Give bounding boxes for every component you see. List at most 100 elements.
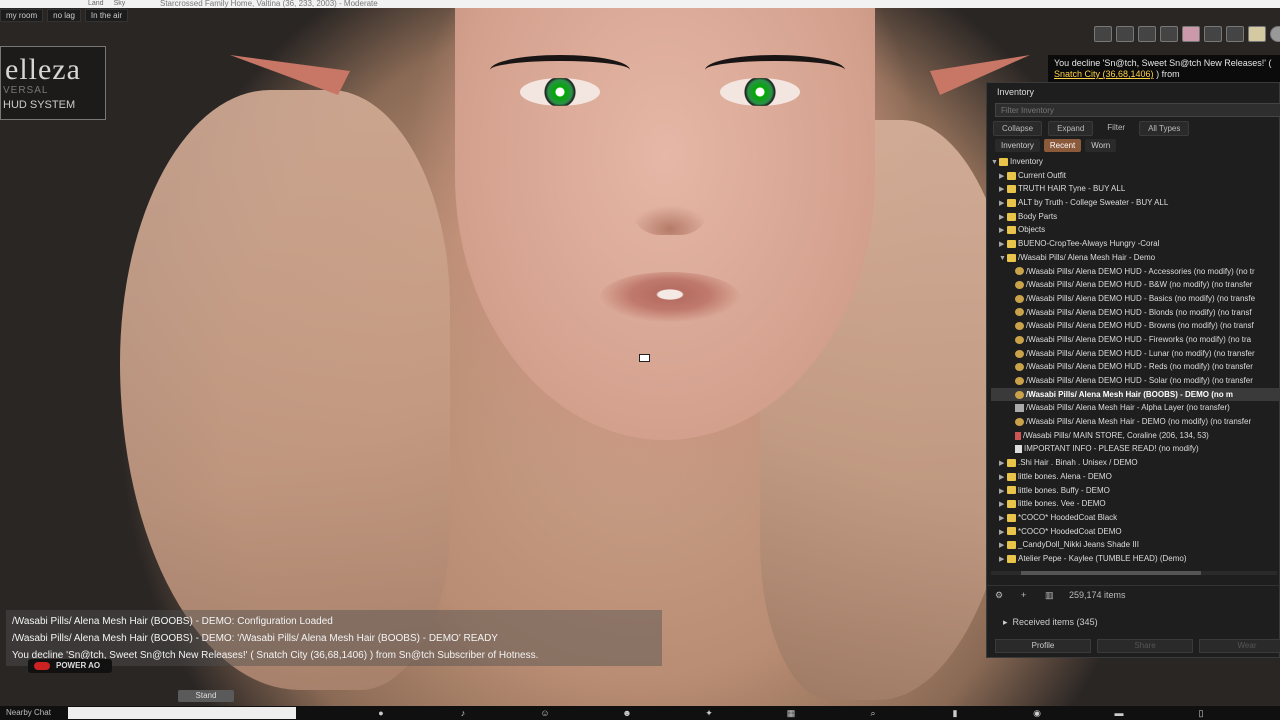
- expand-arrow-icon[interactable]: ▶: [999, 457, 1007, 471]
- tab-recent[interactable]: Recent: [1043, 139, 1082, 152]
- trash-icon[interactable]: ▥: [1045, 590, 1054, 601]
- search-icon[interactable]: ⌕: [832, 708, 914, 718]
- add-icon[interactable]: +: [1021, 590, 1026, 600]
- notice-link[interactable]: Snatch City (36,68,1406): [1054, 69, 1154, 79]
- inventory-item[interactable]: /Wasabi Pills/ Alena Mesh Hair - Alpha L…: [991, 401, 1280, 415]
- collapse-arrow-icon[interactable]: ▼: [999, 252, 1007, 266]
- inventory-item[interactable]: ▶ little bones. Buffy - DEMO: [991, 484, 1280, 498]
- inventory-item[interactable]: /Wasabi Pills/ Alena DEMO HUD - Basics (…: [991, 292, 1280, 306]
- inventory-item[interactable]: ▶ TRUTH HAIR Tyne - BUY ALL: [991, 182, 1280, 196]
- gestures-icon[interactable]: ☺: [504, 708, 586, 718]
- inventory-item[interactable]: ▶ little bones. Vee - DEMO: [991, 497, 1280, 511]
- expand-arrow-icon[interactable]: ▶: [999, 238, 1007, 252]
- parcel-title[interactable]: Starcrossed Family Home, Valtina (36, 23…: [160, 0, 378, 8]
- toolbar-icon-1[interactable]: [1094, 26, 1112, 42]
- inventory-item[interactable]: ▶ Objects: [991, 223, 1280, 237]
- inventory-item[interactable]: /Wasabi Pills/ Alena DEMO HUD - Firework…: [991, 333, 1280, 347]
- inventory-item[interactable]: /Wasabi Pills/ Alena DEMO HUD - Reds (no…: [991, 360, 1280, 374]
- expand-arrow-icon[interactable]: ▶: [999, 498, 1007, 512]
- inventory-item[interactable]: /Wasabi Pills/ Alena DEMO HUD - Browns (…: [991, 319, 1280, 333]
- inventory-item[interactable]: ▶ little bones. Alena - DEMO: [991, 470, 1280, 484]
- inventory-item[interactable]: ▶ *COCO* HoodedCoat Black: [991, 511, 1280, 525]
- power-ao-hud[interactable]: POWER AO: [28, 659, 112, 673]
- filter-button[interactable]: Filter: [1099, 121, 1133, 136]
- inventory-item[interactable]: ▶ _CandyDoll_Nikki Jeans Shade III: [991, 538, 1280, 552]
- wear-button[interactable]: Wear: [1199, 639, 1280, 653]
- toolbar-icon-6[interactable]: [1204, 26, 1222, 42]
- expand-button[interactable]: Expand: [1048, 121, 1094, 136]
- inventory-item[interactable]: /Wasabi Pills/ MAIN STORE, Coraline (206…: [991, 429, 1280, 443]
- inventory-item[interactable]: ▶ ALT by Truth - College Sweater - BUY AL…: [991, 196, 1280, 210]
- expand-arrow-icon[interactable]: ▶: [999, 485, 1007, 499]
- toolbar-icon-8[interactable]: [1248, 26, 1266, 42]
- stand-button[interactable]: Stand: [178, 690, 234, 702]
- expand-arrow-icon[interactable]: ▶: [999, 553, 1007, 567]
- gear-icon[interactable]: ⚙: [995, 590, 1003, 601]
- nav-sky-button[interactable]: Sky: [110, 0, 130, 8]
- toolbar-icon-4[interactable]: [1160, 26, 1178, 42]
- toolbar-icon-3[interactable]: [1138, 26, 1156, 42]
- expand-arrow-icon[interactable]: ▶: [999, 471, 1007, 485]
- destinations-icon[interactable]: ▮: [914, 708, 996, 718]
- inventory-item[interactable]: ▶ Atelier Pepe - Kaylee (TUMBLE HEAD) (De…: [991, 552, 1280, 566]
- inventory-item[interactable]: /Wasabi Pills/ Alena Mesh Hair (BOOBS) -…: [991, 387, 1280, 402]
- expand-arrow-icon[interactable]: ▶: [999, 183, 1007, 197]
- inventory-item[interactable]: /Wasabi Pills/ Alena DEMO HUD - Lunar (n…: [991, 347, 1280, 361]
- inventory-item[interactable]: IMPORTANT INFO - PLEASE READ! (no modify…: [991, 442, 1280, 456]
- inventory-filter-input[interactable]: Filter Inventory: [995, 103, 1280, 117]
- profile-button[interactable]: Profile: [995, 639, 1091, 653]
- snapshot-icon[interactable]: ▬: [1078, 708, 1160, 718]
- inventory-hscrollbar[interactable]: [991, 571, 1277, 575]
- received-items-label: Received items (345): [1012, 617, 1098, 627]
- camera-icon[interactable]: ◉: [996, 708, 1078, 718]
- inventory-icon[interactable]: ▯: [1160, 708, 1242, 718]
- favorite-in-the-air[interactable]: In the air: [84, 9, 129, 22]
- favorite-no-lag[interactable]: no lag: [47, 9, 81, 22]
- inventory-item[interactable]: /Wasabi Pills/ Alena DEMO HUD - B&W (no …: [991, 278, 1280, 292]
- favorite-my-room[interactable]: my room: [0, 9, 44, 22]
- tab-worn[interactable]: Worn: [1085, 139, 1117, 152]
- toolbar-icon-2[interactable]: [1116, 26, 1134, 42]
- scroll-thumb[interactable]: [1021, 571, 1201, 575]
- all-types-dropdown[interactable]: All Types: [1139, 121, 1190, 136]
- expand-arrow-icon[interactable]: ▶: [999, 224, 1007, 238]
- expand-arrow-icon[interactable]: ▶: [999, 539, 1007, 553]
- tab-inventory[interactable]: Inventory: [995, 139, 1040, 152]
- belleza-hud[interactable]: elleza VERSAL HUD SYSTEM: [0, 46, 106, 120]
- inventory-item[interactable]: /Wasabi Pills/ Alena DEMO HUD - Blonds (…: [991, 306, 1280, 320]
- nav-land-button[interactable]: Land: [84, 0, 108, 8]
- share-button[interactable]: Share: [1097, 639, 1193, 653]
- inventory-item[interactable]: ▼ /Wasabi Pills/ Alena Mesh Hair - Demo: [991, 251, 1280, 265]
- inventory-item[interactable]: /Wasabi Pills/ Alena Mesh Hair - DEMO (n…: [991, 415, 1280, 429]
- toolbar-icon-5[interactable]: [1182, 26, 1200, 42]
- toolbar-icon-9[interactable]: [1270, 26, 1280, 42]
- expand-arrow-icon[interactable]: ▶: [999, 170, 1007, 184]
- expand-arrow-icon[interactable]: ▶: [999, 197, 1007, 211]
- inventory-item[interactable]: ▶ .Shi Hair . Binah . Unisex / DEMO: [991, 456, 1280, 470]
- inventory-item[interactable]: /Wasabi Pills/ Alena DEMO HUD - Accessor…: [991, 265, 1280, 279]
- expand-arrow-icon[interactable]: ▶: [999, 512, 1007, 526]
- chat-input[interactable]: [68, 707, 296, 719]
- received-items-toggle[interactable]: ▸ Received items (345): [1003, 617, 1098, 628]
- expand-arrow-icon[interactable]: ▶: [999, 211, 1007, 225]
- collapse-button[interactable]: Collapse: [993, 121, 1043, 136]
- inventory-item[interactable]: ▼ Inventory: [991, 155, 1280, 169]
- notice-text: You decline 'Sn@tch, Sweet Sn@tch New Re…: [1054, 58, 1272, 68]
- inventory-item-label: /Wasabi Pills/ Alena DEMO HUD - Reds (no…: [1026, 362, 1253, 372]
- inventory-item[interactable]: ▶ Current Outfit: [991, 169, 1280, 183]
- toolbar-icon-7[interactable]: [1226, 26, 1244, 42]
- expand-arrow-icon[interactable]: ▶: [999, 526, 1007, 540]
- voice-icon[interactable]: ♪: [422, 708, 504, 718]
- inventory-item[interactable]: ▶ *COCO* HoodedCoat DEMO: [991, 525, 1280, 539]
- inventory-item[interactable]: ▶ DeeTaleZ DEMO Meshgyrl CATWA Head "Face…: [991, 566, 1280, 569]
- object-icon: [1015, 294, 1024, 303]
- people-icon[interactable]: ☻: [586, 708, 668, 718]
- inventory-item[interactable]: ▶ Body Parts: [991, 210, 1280, 224]
- speak-icon[interactable]: ●: [340, 708, 422, 718]
- move-icon[interactable]: ✦: [668, 708, 750, 718]
- map-icon[interactable]: ▦: [750, 708, 832, 718]
- collapse-arrow-icon[interactable]: ▼: [991, 156, 999, 170]
- inventory-item[interactable]: /Wasabi Pills/ Alena DEMO HUD - Solar (n…: [991, 374, 1280, 388]
- expand-arrow-icon[interactable]: ▶: [999, 567, 1007, 569]
- inventory-item[interactable]: ▶ BUENO-CropTee-Always Hungry -Coral: [991, 237, 1280, 251]
